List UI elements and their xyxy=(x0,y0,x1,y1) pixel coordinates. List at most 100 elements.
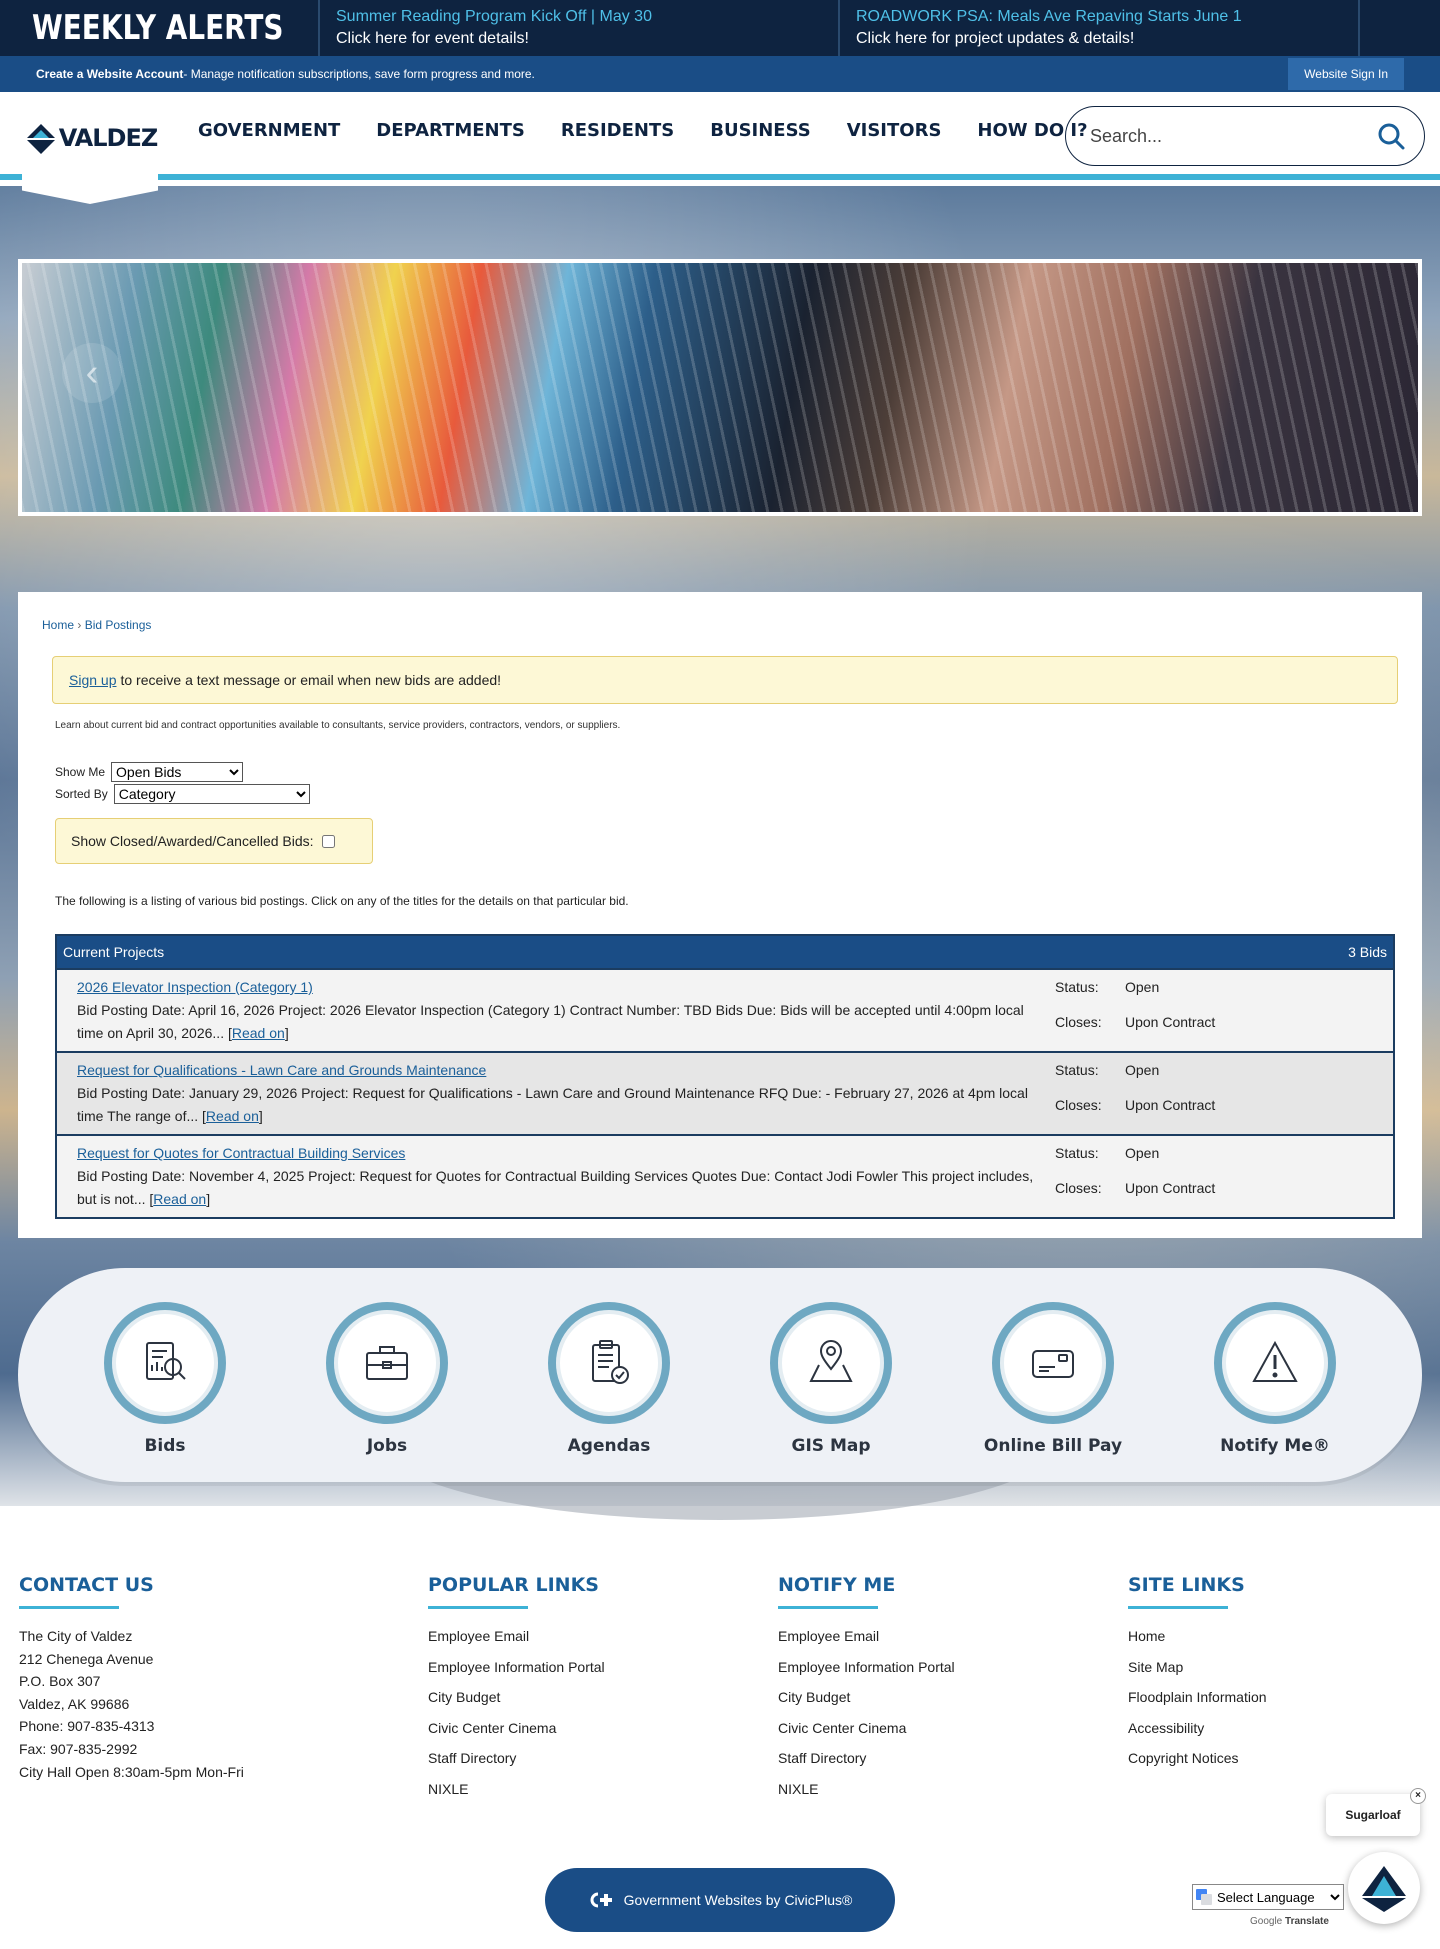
valdez-logo[interactable]: VALDEZ xyxy=(22,92,158,204)
quick-link-notify-me[interactable]: Notify Me® xyxy=(1195,1268,1355,1482)
alert-subtitle: Click here for event details! xyxy=(336,30,529,47)
footer-link[interactable]: Floodplain Information xyxy=(1128,1682,1267,1713)
nav-residents[interactable]: RESIDENTS xyxy=(561,120,674,141)
read-on-link[interactable]: Read on xyxy=(232,1025,285,1041)
closes-value: Upon Contract xyxy=(1125,1096,1216,1113)
show-me-select[interactable]: Open Bids xyxy=(111,762,244,782)
footer-link[interactable]: Employee Email xyxy=(428,1621,605,1652)
nav-visitors[interactable]: VISITORS xyxy=(847,120,942,141)
footer-heading: POPULAR LINKS xyxy=(428,1574,599,1596)
quick-link-bids[interactable]: Bids xyxy=(85,1268,245,1482)
signup-link[interactable]: Sign up xyxy=(69,672,116,688)
footer-link[interactable]: Employee Email xyxy=(778,1621,955,1652)
bid-title-link[interactable]: 2026 Elevator Inspection (Category 1) xyxy=(77,979,313,995)
quick-link-label: Notify Me® xyxy=(1220,1436,1330,1456)
website-sign-in-button[interactable]: Website Sign In xyxy=(1288,58,1404,90)
contact-line: City Hall Open 8:30am-5pm Mon-Fri xyxy=(19,1763,244,1780)
intro-text: Learn about current bid and contract opp… xyxy=(55,720,621,731)
show-closed-label: Show Closed/Awarded/Cancelled Bids: xyxy=(71,833,314,849)
footer-link[interactable]: Copyright Notices xyxy=(1128,1743,1267,1774)
civicplus-label: Government Websites by CivicPlus® xyxy=(623,1892,853,1908)
footer-link[interactable]: NIXLE xyxy=(778,1774,955,1805)
closes-value: Upon Contract xyxy=(1125,1179,1216,1196)
weekly-alerts-bar: WEEKLY ALERTS Summer Reading Program Kic… xyxy=(0,0,1440,56)
footer-link[interactable]: Staff Directory xyxy=(428,1743,605,1774)
table-row: Request for Quotes for Contractual Build… xyxy=(57,1136,1393,1217)
footer-link[interactable]: Civic Center Cinema xyxy=(778,1713,955,1744)
footer-link[interactable]: Staff Directory xyxy=(778,1743,955,1774)
breadcrumb-home[interactable]: Home xyxy=(42,618,74,632)
civicplus-button[interactable]: Government Websites by CivicPlus® xyxy=(545,1868,895,1932)
create-account-link[interactable]: Create a Website Account xyxy=(36,67,183,81)
show-closed-checkbox[interactable] xyxy=(321,834,335,848)
select-language-dropdown[interactable]: Select Language xyxy=(1192,1884,1344,1910)
footer-link[interactable]: NIXLE xyxy=(428,1774,605,1805)
quick-link-label: Bids xyxy=(144,1436,186,1456)
footer-heading: CONTACT US xyxy=(19,1574,154,1596)
footer-notify-me: NOTIFY ME Employee Email Employee Inform… xyxy=(778,1572,955,1805)
quick-links: Bids Jobs Agendas GIS Map Online Bill Pa… xyxy=(18,1268,1422,1482)
chatbot-avatar[interactable] xyxy=(1348,1852,1420,1924)
map-pin-icon xyxy=(809,1340,853,1382)
sorted-by-select[interactable]: Category xyxy=(113,784,310,804)
bid-description: Bid Posting Date: April 16, 2026 Project… xyxy=(77,1002,1024,1041)
bid-postings-content: Home › Bid Postings Sign up to receive a… xyxy=(18,592,1422,1238)
translate-link[interactable]: Translate xyxy=(1285,1916,1329,1927)
chat-greeting-bubble[interactable]: Sugarloaf × xyxy=(1326,1788,1426,1836)
bids-document-search-icon xyxy=(146,1342,186,1380)
nav-business[interactable]: BUSINESS xyxy=(710,120,810,141)
main-nav: GOVERNMENT DEPARTMENTS RESIDENTS BUSINES… xyxy=(198,120,1124,141)
search-input[interactable] xyxy=(1090,125,1360,147)
briefcase-icon xyxy=(366,1346,408,1380)
bid-title-link[interactable]: Request for Quotes for Contractual Build… xyxy=(77,1145,405,1161)
read-on-link[interactable]: Read on xyxy=(153,1191,206,1207)
civicplus-logo-icon xyxy=(590,1892,612,1908)
nav-departments[interactable]: DEPARTMENTS xyxy=(376,120,525,141)
footer-link[interactable]: City Budget xyxy=(428,1682,605,1713)
google-translate-icon xyxy=(1196,1889,1212,1905)
weekly-alerts-brand[interactable]: WEEKLY ALERTS xyxy=(0,0,320,56)
footer-link[interactable]: Employee Information Portal xyxy=(778,1652,955,1683)
closes-label: Closes: xyxy=(1055,1179,1102,1196)
account-bar: Create a Website Account - Manage notifi… xyxy=(0,56,1440,92)
footer-link[interactable]: Employee Information Portal xyxy=(428,1652,605,1683)
credit-card-icon xyxy=(1032,1350,1074,1378)
bid-status-block: Status: Open Closes: Upon Contract xyxy=(1055,976,1215,1045)
breadcrumb-current[interactable]: Bid Postings xyxy=(85,618,152,632)
quick-link-gis-map[interactable]: GIS Map xyxy=(751,1268,911,1482)
hero-prev-arrow-icon[interactable]: ‹ xyxy=(62,343,122,403)
listing-note: The following is a listing of various bi… xyxy=(55,894,629,908)
footer-link[interactable]: Site Map xyxy=(1128,1652,1267,1683)
quick-link-label: Jobs xyxy=(366,1436,408,1456)
clipboard-check-icon xyxy=(592,1340,629,1384)
warning-triangle-icon xyxy=(1252,1340,1298,1382)
logo-text: VALDEZ xyxy=(58,124,158,152)
quick-link-label: Agendas xyxy=(567,1436,651,1456)
closes-value: Upon Contract xyxy=(1125,1013,1216,1030)
quick-link-agendas[interactable]: Agendas xyxy=(529,1268,689,1482)
status-label: Status: xyxy=(1055,1145,1099,1161)
alert-item-summer-reading[interactable]: Summer Reading Program Kick Off | May 30… xyxy=(320,0,840,56)
bid-title-link[interactable]: Request for Qualifications - Lawn Care a… xyxy=(77,1062,486,1078)
footer-link[interactable]: City Budget xyxy=(778,1682,955,1713)
breadcrumb: Home › Bid Postings xyxy=(42,618,151,632)
status-value: Open xyxy=(1125,1062,1160,1078)
nav-government[interactable]: GOVERNMENT xyxy=(198,120,340,141)
chat-label: Sugarloaf xyxy=(1345,1808,1401,1822)
quick-link-online-bill-pay[interactable]: Online Bill Pay xyxy=(973,1268,1133,1482)
quick-link-jobs[interactable]: Jobs xyxy=(307,1268,467,1482)
footer-link[interactable]: Accessibility xyxy=(1128,1713,1267,1744)
contact-line: Valdez, AK 99686 xyxy=(19,1695,130,1712)
search-icon[interactable] xyxy=(1376,121,1406,151)
create-account-desc: - Manage notification subscriptions, sav… xyxy=(183,67,535,81)
footer-link[interactable]: Home xyxy=(1128,1621,1267,1652)
contact-line: Fax: 907-835-2992 xyxy=(19,1740,138,1757)
contact-line: The City of Valdez xyxy=(19,1628,133,1644)
table-row: 2026 Elevator Inspection (Category 1) Bi… xyxy=(57,970,1393,1053)
alert-item-roadwork[interactable]: ROADWORK PSA: Meals Ave Repaving Starts … xyxy=(840,0,1360,56)
table-row: Request for Qualifications - Lawn Care a… xyxy=(57,1053,1393,1136)
show-me-label: Show Me xyxy=(55,765,106,779)
close-icon[interactable]: × xyxy=(1410,1788,1426,1804)
read-on-link[interactable]: Read on xyxy=(206,1108,259,1124)
footer-link[interactable]: Civic Center Cinema xyxy=(428,1713,605,1744)
